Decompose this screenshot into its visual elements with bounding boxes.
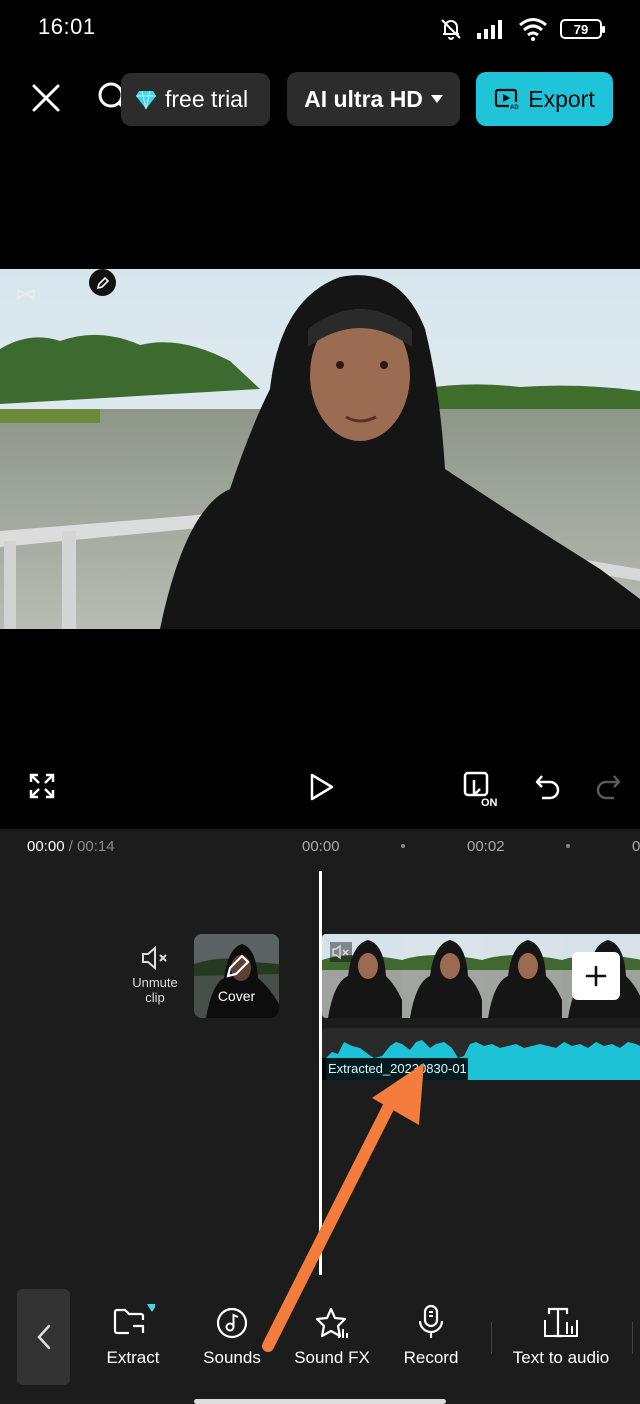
svg-text:AD: AD [510,105,519,111]
ruler-dot [401,844,405,848]
diamond-icon [136,90,156,109]
back-button[interactable] [17,1289,70,1385]
status-time: 16:01 [38,14,96,39]
ruler-mark: 0 [632,838,640,855]
chevron-left-icon [36,1324,50,1350]
add-clip-button[interactable] [572,952,620,1000]
undo-icon[interactable] [534,772,562,800]
track-muted-icon [330,942,352,962]
caret-down-icon [430,95,443,103]
cover-label: Cover [217,988,256,1004]
export-ad-icon: AD [495,88,520,111]
time-separator: / [64,838,78,855]
redo-icon[interactable] [594,772,622,800]
tool-extract-label: Extract [106,1348,160,1367]
extract-folder-icon [113,1304,155,1335]
star-sound-icon [315,1307,348,1338]
close-icon[interactable] [28,80,64,116]
unmute-clip-button[interactable]: Unmute clip [125,944,185,1005]
wifi-icon [519,18,547,41]
video-frame [482,934,562,1018]
free-trial-label: free trial [165,86,249,112]
text-to-audio-icon [544,1307,578,1338]
tool-sound-fx-label: Sound FX [294,1348,370,1367]
export-label: Export [528,85,595,112]
tool-sounds-label: Sounds [203,1348,261,1367]
cover-thumbnail [194,934,279,1018]
current-time: 00:00 [27,838,65,855]
mute-bell-icon [441,19,461,40]
svg-text:ON: ON [481,797,498,808]
tool-sounds[interactable]: Sounds [197,1300,267,1368]
playhead[interactable] [319,871,322,1275]
tool-text-to-audio[interactable]: Text to audio [504,1300,618,1368]
pencil-glyph [96,276,109,289]
video-frame [402,934,482,1018]
timecode: 00:00 / 00:14 [27,838,115,855]
tool-record-label: Record [403,1348,459,1367]
keyframe-toggle-icon[interactable]: ON [462,770,504,808]
cover-button[interactable]: Cover [194,934,279,1018]
export-button[interactable]: AD Export [476,72,613,126]
tool-sound-fx[interactable]: Sound FX [290,1300,374,1368]
quality-label: AI ultra HD [304,85,423,112]
unmute-clip-label: Unmute clip [132,975,178,1005]
tool-text-to-audio-label: Text to audio [512,1348,610,1367]
toolbar-divider [632,1322,633,1354]
free-trial-button[interactable]: free trial [121,73,270,126]
quality-dropdown[interactable]: AI ultra HD [287,72,460,126]
plus-icon [585,965,607,987]
music-note-icon [216,1307,248,1339]
battery-indicator: 79 [560,19,605,39]
total-time: 00:14 [77,838,115,855]
ruler-mark: 00:02 [467,838,505,855]
status-icons: 79 [438,14,605,44]
signal-icon [477,20,502,39]
speaker-muted-icon [142,945,167,971]
ruler-mark: 00:00 [302,838,340,855]
play-icon[interactable] [306,772,336,802]
tool-extract[interactable]: Extract [98,1300,168,1368]
home-indicator [194,1399,446,1404]
microphone-icon [418,1304,444,1338]
watermark-logo-icon [17,289,35,300]
audio-clip-label: Extracted_20230830-01 [322,1058,468,1080]
edit-pencil-icon[interactable] [89,269,116,296]
fullscreen-icon[interactable] [28,772,56,800]
toolbar-divider [491,1322,492,1354]
ruler-dot [566,844,570,848]
tool-record[interactable]: Record [397,1300,465,1368]
video-preview[interactable] [0,269,640,629]
